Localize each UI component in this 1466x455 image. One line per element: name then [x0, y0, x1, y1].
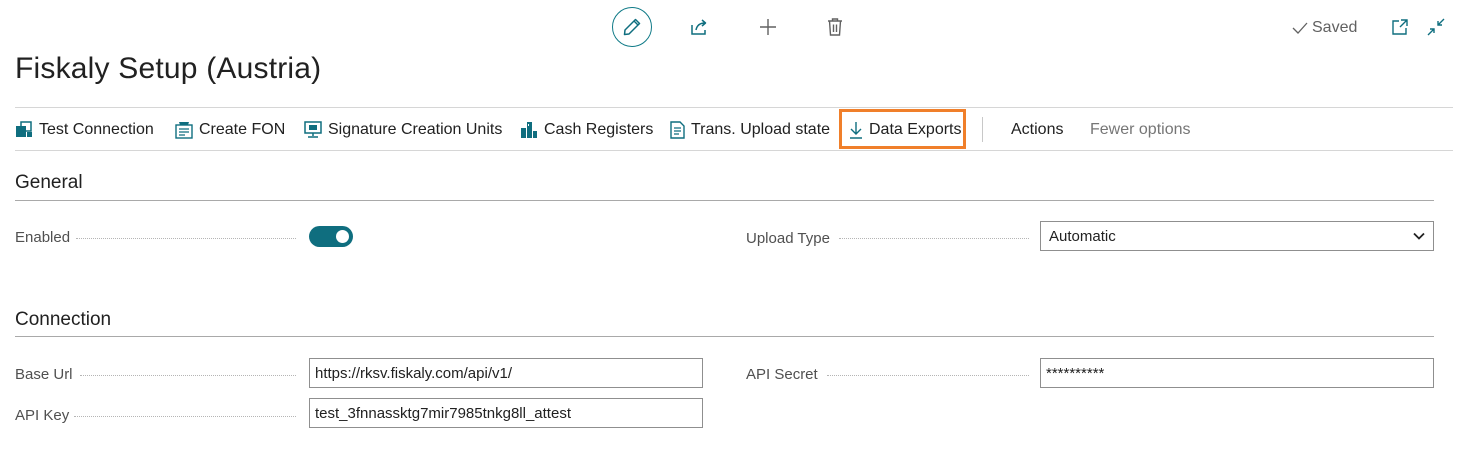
toggle-knob — [336, 230, 349, 243]
general-section-title: General — [15, 172, 83, 193]
cash-register-icon — [521, 122, 537, 138]
edit-icon — [623, 18, 641, 36]
base-url-label: Base Url — [15, 365, 73, 383]
upload-type-select[interactable]: Automatic — [1040, 221, 1434, 251]
api-secret-leader-dots — [827, 375, 1029, 376]
delete-button[interactable] — [821, 13, 849, 41]
signature-creation-units-label: Signature Creation Units — [328, 121, 503, 138]
api-secret-value: ********** — [1046, 364, 1105, 382]
create-fon-icon — [175, 122, 193, 139]
base-url-input[interactable]: https://rksv.fiskaly.com/api/v1/ — [309, 358, 703, 388]
trans-upload-state-label: Trans. Upload state — [691, 121, 831, 138]
test-connection-action[interactable]: Test Connection — [15, 117, 154, 143]
test-connection-icon — [16, 121, 32, 137]
checkmark-icon — [1292, 22, 1308, 34]
delete-icon — [828, 18, 842, 36]
data-exports-label: Data Exports — [869, 121, 962, 138]
test-connection-label: Test Connection — [39, 121, 154, 138]
document-icon — [670, 121, 685, 139]
edit-button[interactable] — [612, 7, 652, 47]
cash-registers-action[interactable]: Cash Registers — [520, 117, 653, 143]
new-button[interactable] — [754, 13, 782, 41]
upload-type-label: Upload Type — [746, 229, 830, 247]
download-icon — [850, 122, 862, 139]
actions-menu[interactable]: Actions — [1011, 117, 1063, 143]
action-bar-top-divider — [15, 107, 1453, 108]
enabled-label: Enabled — [15, 228, 71, 246]
upload-type-leader-dots — [839, 238, 1029, 239]
monitor-icon — [304, 121, 322, 138]
api-key-input[interactable]: test_3fnnassktg7mir7985tnkg8ll_attest — [309, 398, 703, 428]
base-url-value: https://rksv.fiskaly.com/api/v1/ — [315, 364, 512, 382]
action-separator — [982, 117, 983, 142]
api-key-leader-dots — [74, 416, 296, 417]
enabled-leader-dots — [76, 238, 296, 239]
action-bar-bottom-divider — [15, 150, 1453, 151]
create-fon-action[interactable]: Create FON — [175, 117, 285, 143]
collapse-button[interactable] — [1422, 13, 1450, 41]
saved-label: Saved — [1312, 19, 1358, 36]
enabled-toggle[interactable] — [309, 226, 353, 247]
share-button[interactable] — [685, 13, 713, 41]
base-url-leader-dots — [80, 375, 296, 376]
add-icon — [760, 19, 776, 35]
chevron-down-icon — [1413, 232, 1425, 240]
page-title: Fiskaly Setup (Austria) — [15, 52, 322, 85]
fewer-options-button[interactable]: Fewer options — [1090, 117, 1191, 143]
api-key-label: API Key — [15, 406, 70, 424]
data-exports-action[interactable]: Data Exports — [849, 117, 961, 143]
general-section-divider — [15, 200, 1434, 201]
share-icon — [691, 19, 707, 35]
cash-registers-label: Cash Registers — [544, 121, 654, 138]
collapse-icon — [1427, 18, 1445, 36]
connection-section-divider — [15, 336, 1434, 337]
fewer-options-label: Fewer options — [1090, 121, 1191, 138]
api-secret-label: API Secret — [746, 365, 818, 383]
open-new-window-button[interactable] — [1386, 13, 1414, 41]
trans-upload-state-action[interactable]: Trans. Upload state — [669, 117, 830, 143]
signature-creation-units-action[interactable]: Signature Creation Units — [304, 117, 502, 143]
actions-menu-label: Actions — [1011, 121, 1064, 138]
open-new-window-icon — [1392, 19, 1408, 35]
save-status: Saved — [1292, 19, 1357, 37]
api-key-value: test_3fnnassktg7mir7985tnkg8ll_attest — [315, 404, 571, 422]
api-secret-input[interactable]: ********** — [1040, 358, 1434, 388]
connection-section-title: Connection — [15, 309, 112, 330]
create-fon-label: Create FON — [199, 121, 286, 138]
upload-type-value: Automatic — [1049, 227, 1116, 245]
